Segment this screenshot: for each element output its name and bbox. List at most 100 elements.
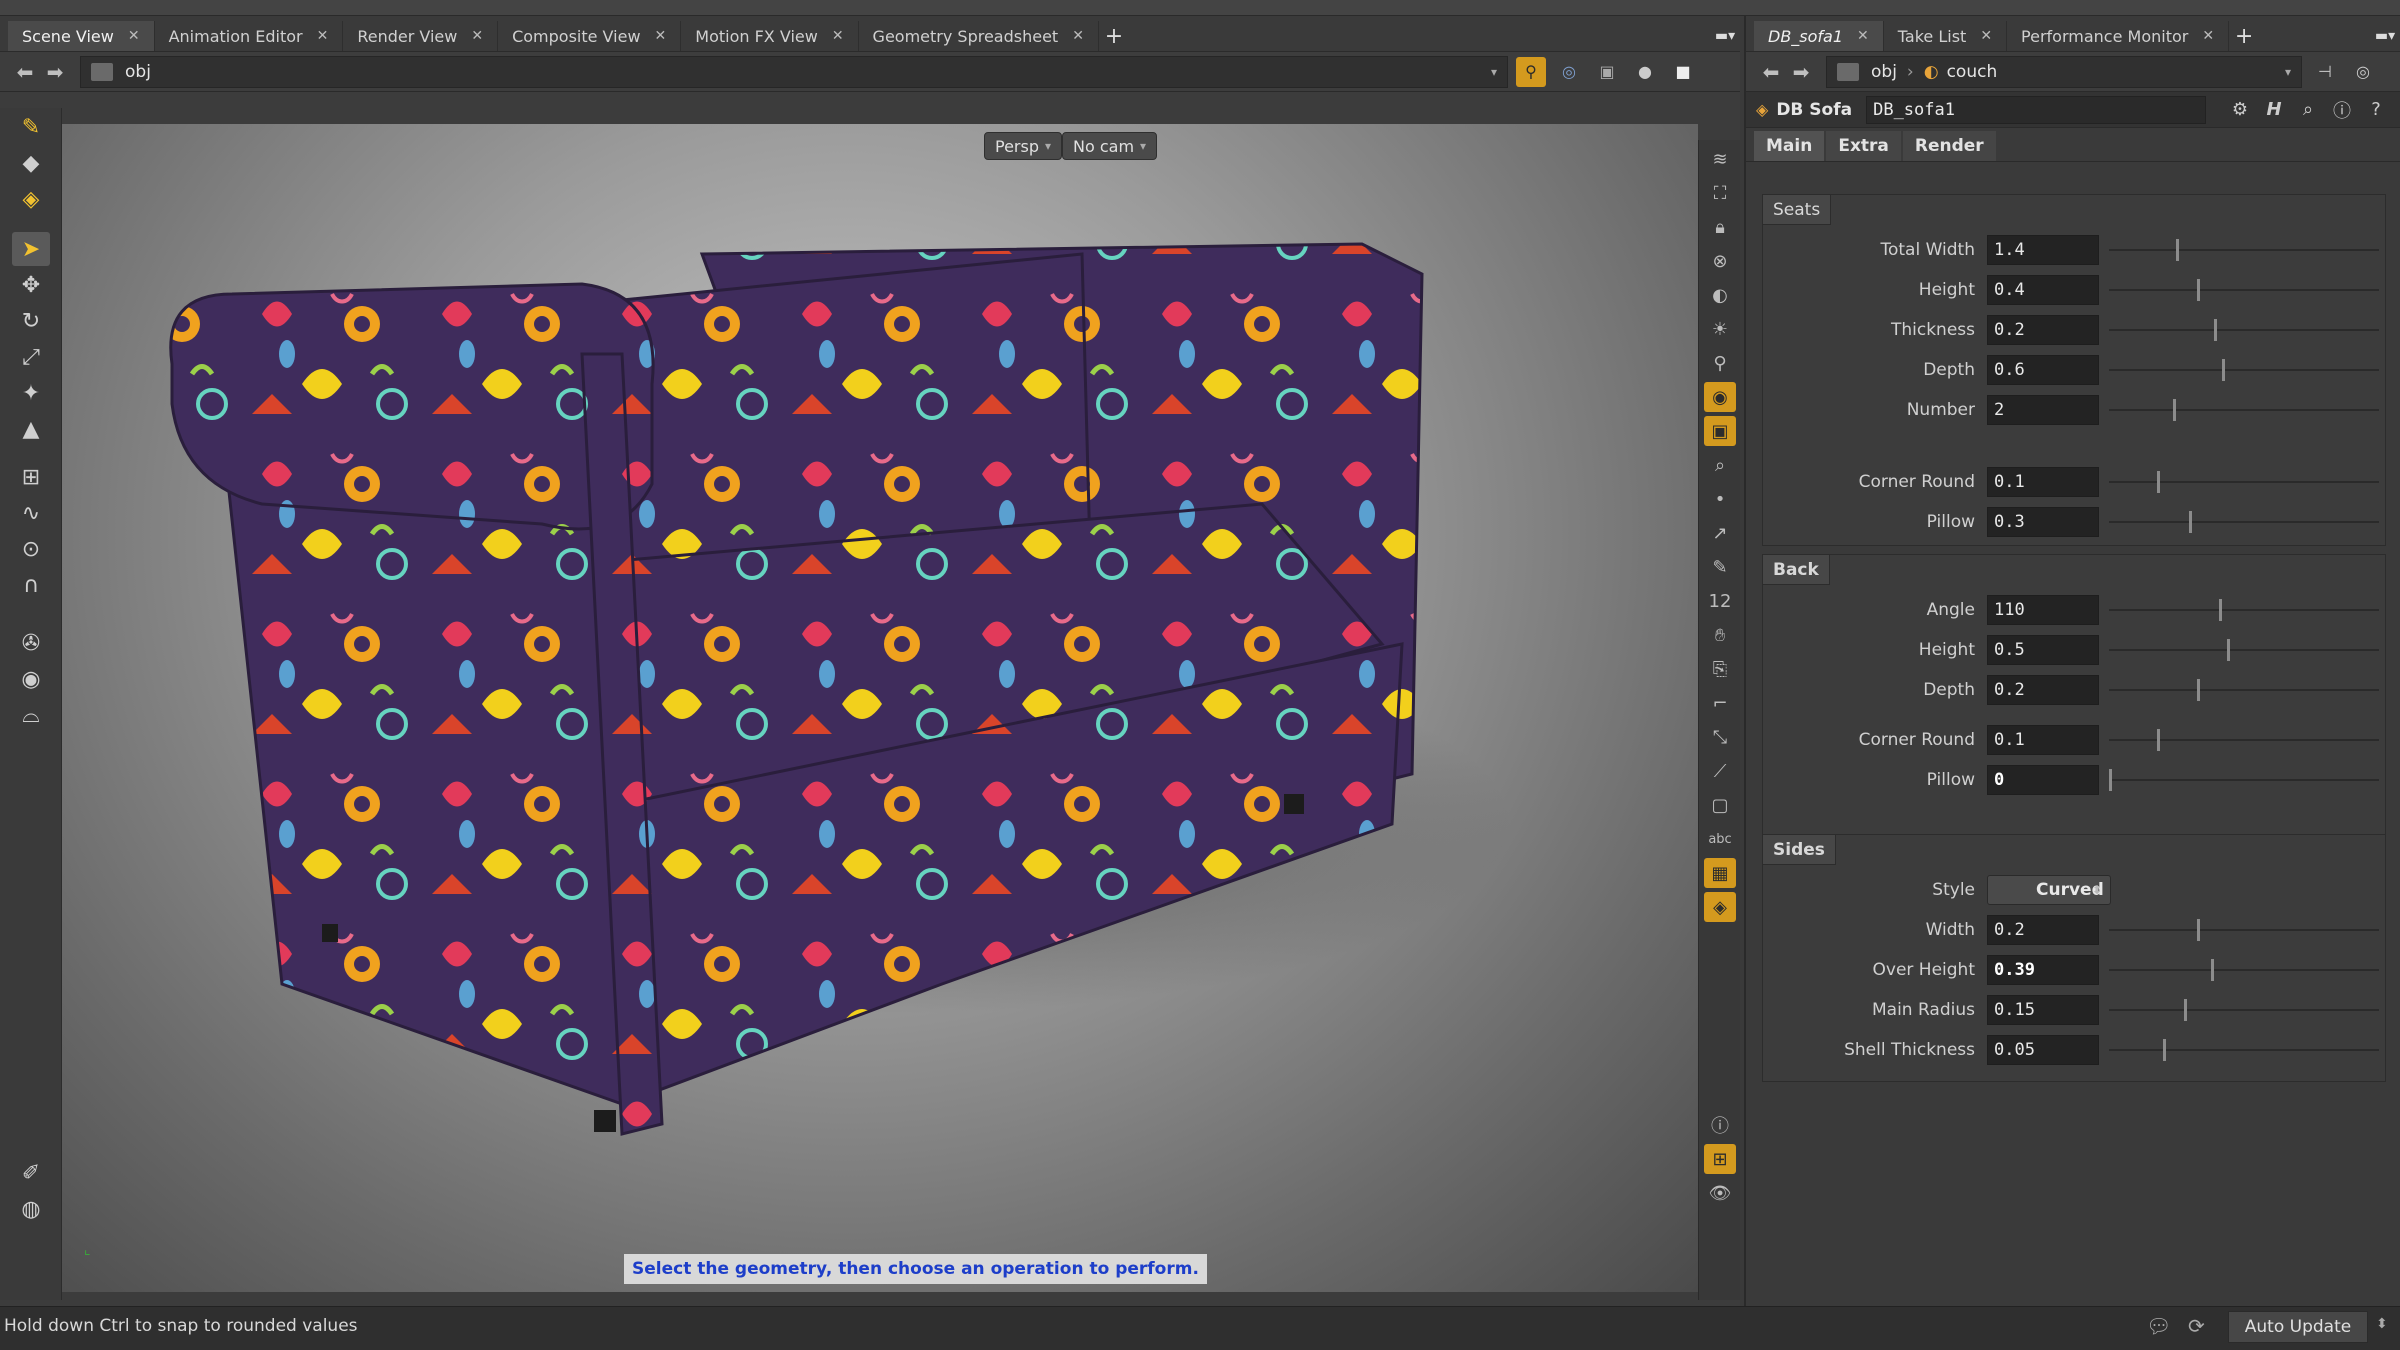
scale-tool-icon[interactable]: ⤢ bbox=[12, 340, 50, 374]
param-slider[interactable] bbox=[2109, 471, 2379, 493]
handle-tool-icon[interactable]: ✦ bbox=[12, 376, 50, 410]
help-h-icon[interactable]: H bbox=[2260, 96, 2288, 124]
back-arrow-icon[interactable]: ⬅ bbox=[10, 57, 40, 87]
sides-folder-label[interactable]: Sides bbox=[1763, 835, 1836, 865]
select-arrow-icon[interactable]: ➤ bbox=[12, 232, 50, 266]
slider-handle[interactable] bbox=[2221, 359, 2225, 381]
close-icon[interactable]: ✕ bbox=[471, 28, 483, 44]
magnet-icon[interactable]: ∩ bbox=[12, 568, 50, 602]
light-icon[interactable]: ☀ bbox=[1704, 314, 1736, 344]
slider-handle[interactable] bbox=[2176, 239, 2179, 261]
tab-render-view[interactable]: Render View ✕ bbox=[343, 21, 499, 51]
close-icon[interactable]: ✕ bbox=[2202, 28, 2214, 44]
search-icon[interactable]: ⌕ bbox=[2294, 96, 2322, 124]
param-value-field[interactable]: 0.1 bbox=[1987, 467, 2099, 497]
pane-menu-icon[interactable]: ▬▾ bbox=[2370, 21, 2400, 51]
add-tab-icon[interactable]: + bbox=[2229, 21, 2259, 51]
param-value-field[interactable]: 0 bbox=[1987, 765, 2099, 795]
tab-performance-monitor[interactable]: Performance Monitor ✕ bbox=[2007, 21, 2230, 51]
normal-icon[interactable]: ↗ bbox=[1704, 518, 1736, 548]
chat-icon[interactable]: 💬︎ bbox=[2146, 1314, 2171, 1338]
view-mode-icon[interactable]: ■ bbox=[1668, 57, 1698, 87]
tab-composite-view[interactable]: Composite View ✕ bbox=[498, 21, 682, 51]
param-slider[interactable] bbox=[2109, 399, 2379, 421]
close-icon[interactable]: ✕ bbox=[832, 28, 844, 44]
param-value-field[interactable]: 0.39 bbox=[1987, 955, 2099, 985]
xray-icon[interactable]: ⊗ bbox=[1704, 246, 1736, 276]
param-slider[interactable] bbox=[2109, 599, 2379, 621]
param-value-field[interactable]: 0.1 bbox=[1987, 725, 2099, 755]
snapshot-icon[interactable]: ⎘ bbox=[1704, 654, 1736, 684]
brush-icon[interactable]: ✎ bbox=[1704, 552, 1736, 582]
back-folder-label[interactable]: Back bbox=[1763, 555, 1830, 585]
param-slider[interactable] bbox=[2109, 239, 2379, 261]
slider-handle[interactable] bbox=[2226, 639, 2230, 661]
param-value-field[interactable]: 110 bbox=[1987, 595, 2099, 625]
pose-handle-icon[interactable]: ▲ bbox=[12, 412, 50, 446]
hand-icon[interactable]: ✋︎ bbox=[1704, 620, 1736, 650]
snap-grid-icon[interactable]: ⊞ bbox=[12, 460, 50, 494]
slider-handle[interactable] bbox=[2197, 679, 2201, 701]
eye-icon[interactable]: 👁︎ bbox=[1704, 1178, 1736, 1208]
pin-icon[interactable]: ⊣ bbox=[2310, 57, 2340, 87]
forward-arrow-icon[interactable]: ➡ bbox=[1786, 57, 1816, 87]
camera-view-icon[interactable]: ▣ bbox=[1704, 416, 1736, 446]
param-slider[interactable] bbox=[2109, 769, 2379, 791]
param-value-field[interactable]: 0.3 bbox=[1987, 507, 2099, 537]
forward-arrow-icon[interactable]: ➡ bbox=[40, 57, 70, 87]
param-value-field[interactable]: 0.5 bbox=[1987, 635, 2099, 665]
param-slider[interactable] bbox=[2109, 999, 2379, 1021]
chevron-down-icon[interactable]: ▾ bbox=[1491, 65, 1497, 79]
pose-tool-icon[interactable]: ◆ bbox=[12, 146, 50, 180]
text-icon[interactable]: abc bbox=[1704, 824, 1736, 854]
slider-handle[interactable] bbox=[2213, 319, 2217, 341]
tab-take-list[interactable]: Take List ✕ bbox=[1884, 21, 2008, 51]
param-value-field[interactable]: 0.05 bbox=[1987, 1035, 2099, 1065]
tab-db-sofa1[interactable]: DB_sofa1 ✕ bbox=[1754, 21, 1884, 51]
camera-menu-button[interactable]: Persp ▾ bbox=[984, 132, 1063, 160]
paint-tool-icon[interactable]: ◈ bbox=[12, 182, 50, 216]
auto-update-button[interactable]: Auto Update bbox=[2228, 1311, 2368, 1343]
shading-icon[interactable]: ● bbox=[1630, 57, 1660, 87]
render-icon[interactable]: ◍ bbox=[12, 1192, 50, 1226]
updown-icon[interactable]: ⬍ bbox=[2376, 1316, 2388, 1332]
info-icon[interactable]: ⓘ bbox=[2328, 96, 2356, 124]
param-value-field[interactable]: 0.2 bbox=[1987, 915, 2099, 945]
brush-tool-icon[interactable]: ✎ bbox=[12, 110, 50, 144]
light-tool-icon[interactable]: ⌓ bbox=[12, 698, 50, 732]
node-path-field[interactable]: obj › ◐ couch ▾ bbox=[1826, 55, 2302, 88]
guide-icon[interactable]: ⌐ bbox=[1704, 688, 1736, 718]
pin-icon[interactable]: ⚲ bbox=[1516, 56, 1546, 87]
tab-motion-fx-view[interactable]: Motion FX View ✕ bbox=[681, 21, 859, 51]
close-icon[interactable]: ✕ bbox=[1072, 28, 1084, 44]
close-icon[interactable]: ✕ bbox=[1857, 28, 1869, 44]
tab-render[interactable]: Render bbox=[1902, 131, 1996, 161]
tab-scene-view[interactable]: Scene View ✕ bbox=[8, 21, 155, 51]
param-slider[interactable] bbox=[2109, 511, 2379, 533]
param-value-field[interactable]: 0.2 bbox=[1987, 675, 2099, 705]
pin-icon[interactable]: ⚲ bbox=[1704, 348, 1736, 378]
ghost-icon[interactable]: ⛶ bbox=[1704, 178, 1736, 208]
viewport-layout-icon[interactable]: ⊞ bbox=[1704, 1144, 1736, 1174]
refresh-icon[interactable]: ⟳ bbox=[2188, 1314, 2205, 1338]
add-tab-icon[interactable]: + bbox=[1099, 21, 1129, 51]
shade-icon[interactable]: ◐ bbox=[1704, 280, 1736, 310]
param-value-field[interactable]: 0.4 bbox=[1987, 275, 2099, 305]
param-slider[interactable] bbox=[2109, 279, 2379, 301]
param-value-field[interactable]: 1.4 bbox=[1987, 235, 2099, 265]
visualizer-icon[interactable]: ◈ bbox=[1704, 892, 1736, 922]
style-menu[interactable]: Curved ⬍ bbox=[1987, 875, 2111, 905]
frame-icon[interactable]: ▢ bbox=[1704, 790, 1736, 820]
param-slider[interactable] bbox=[2109, 1039, 2379, 1061]
param-value-field[interactable]: 0.15 bbox=[1987, 995, 2099, 1025]
vector-icon[interactable]: ⟋ bbox=[1704, 756, 1736, 786]
brush-options-icon[interactable]: ✐ bbox=[12, 1156, 50, 1190]
slider-handle[interactable] bbox=[2184, 999, 2188, 1021]
rotate-tool-icon[interactable]: ↻ bbox=[12, 304, 50, 338]
scale-icon[interactable]: ⤡ bbox=[1704, 722, 1736, 752]
camera-tool-icon[interactable]: ◉ bbox=[12, 662, 50, 696]
slider-handle[interactable] bbox=[2218, 599, 2222, 621]
display-options-icon[interactable]: ▣ bbox=[1592, 57, 1622, 87]
pane-menu-icon[interactable]: ▬▾ bbox=[1710, 21, 1740, 51]
help-icon[interactable]: ? bbox=[2362, 96, 2390, 124]
